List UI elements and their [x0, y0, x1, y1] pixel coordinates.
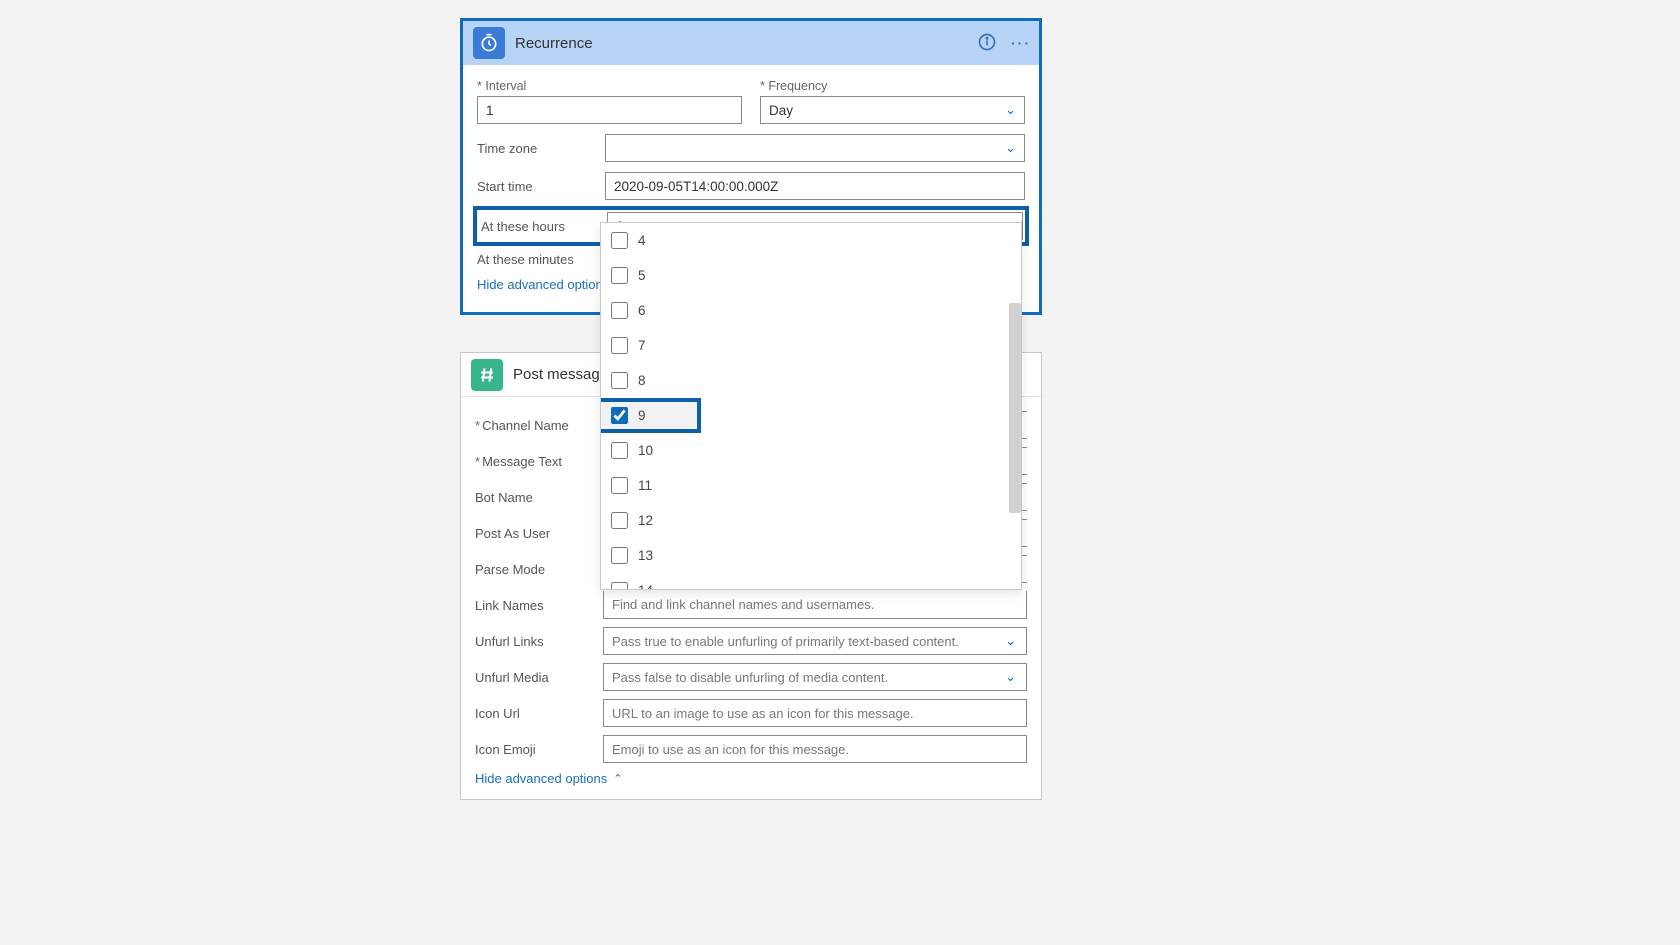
timezone-label: Time zone	[477, 141, 605, 156]
chevron-down-icon: ⌄	[1005, 633, 1016, 649]
unfurl-links-placeholder: Pass true to enable unfurling of primari…	[612, 634, 959, 649]
timezone-select[interactable]: ⌄	[605, 134, 1025, 162]
frequency-select[interactable]: Day ⌄	[760, 96, 1025, 124]
hours-checkbox-8[interactable]	[611, 372, 628, 389]
linknames-label: Link Names	[475, 598, 603, 613]
hours-option-12[interactable]: 12	[601, 503, 1021, 538]
frequency-label: Frequency	[760, 79, 1025, 93]
post-hide-advanced-link[interactable]: Hide advanced options ⌃	[475, 771, 622, 786]
hours-option-11[interactable]: 11	[601, 468, 1021, 503]
hours-option-8[interactable]: 8	[601, 363, 1021, 398]
hours-option-label: 4	[638, 233, 646, 248]
starttime-input[interactable]: 2020-09-05T14:00:00.000Z	[605, 172, 1025, 200]
atminutes-label: At these minutes	[477, 252, 605, 267]
unfurl-media-label: Unfurl Media	[475, 670, 603, 685]
hours-checkbox-13[interactable]	[611, 547, 628, 564]
linknames-input[interactable]: Find and link channel names and username…	[603, 591, 1027, 619]
hours-option-13[interactable]: 13	[601, 538, 1021, 573]
postas-label: Post As User	[475, 526, 603, 541]
chevron-down-icon: ⌄	[1005, 102, 1016, 118]
hours-option-label: 14	[638, 583, 653, 590]
iconurl-input[interactable]: URL to an image to use as an icon for th…	[603, 699, 1027, 727]
hours-checkbox-12[interactable]	[611, 512, 628, 529]
chevron-up-icon: ⌃	[613, 772, 622, 785]
interval-input[interactable]: 1	[477, 96, 742, 124]
hours-checkbox-11[interactable]	[611, 477, 628, 494]
hours-option-14[interactable]: 14	[601, 573, 1021, 590]
hours-option-label: 12	[638, 513, 653, 528]
hash-icon	[471, 359, 503, 391]
hours-checkbox-7[interactable]	[611, 337, 628, 354]
chevron-down-icon: ⌄	[1005, 669, 1016, 685]
hours-checkbox-5[interactable]	[611, 267, 628, 284]
hours-option-6[interactable]: 6	[601, 293, 1021, 328]
hours-option-label: 11	[638, 478, 652, 493]
hours-checkbox-10[interactable]	[611, 442, 628, 459]
hours-option-label: 9	[638, 408, 646, 423]
hours-option-10[interactable]: 10	[601, 433, 1021, 468]
unfurl-links-select[interactable]: Pass true to enable unfurling of primari…	[603, 627, 1027, 655]
parse-label: Parse Mode	[475, 562, 603, 577]
unfurl-media-placeholder: Pass false to disable unfurling of media…	[612, 670, 888, 685]
hours-option-9[interactable]: 9	[600, 398, 701, 433]
botname-label: Bot Name	[475, 490, 603, 505]
unfurl-media-select[interactable]: Pass false to disable unfurling of media…	[603, 663, 1027, 691]
post-hide-advanced-label: Hide advanced options	[475, 771, 607, 786]
hours-option-label: 13	[638, 548, 653, 563]
chevron-down-icon: ⌄	[1005, 140, 1016, 156]
recurrence-title: Recurrence	[515, 35, 593, 52]
iconemoji-placeholder: Emoji to use as an icon for this message…	[612, 742, 849, 757]
hide-advanced-link[interactable]: Hide advanced options	[477, 277, 609, 292]
channel-label: Channel Name	[475, 418, 603, 433]
interval-label: Interval	[477, 79, 742, 93]
hide-advanced-label: Hide advanced options	[477, 277, 609, 292]
hours-checkbox-9[interactable]	[611, 407, 628, 424]
recurrence-header: Recurrence ···	[463, 21, 1039, 65]
iconemoji-input[interactable]: Emoji to use as an icon for this message…	[603, 735, 1027, 763]
hours-option-label: 8	[638, 373, 646, 388]
starttime-label: Start time	[477, 179, 605, 194]
unfurl-links-label: Unfurl Links	[475, 634, 603, 649]
hours-option-label: 10	[638, 443, 653, 458]
hours-checkbox-14[interactable]	[611, 582, 628, 590]
hours-option-4[interactable]: 4	[601, 223, 1021, 258]
scrollbar[interactable]	[1009, 303, 1021, 513]
hours-option-label: 6	[638, 303, 646, 318]
frequency-value: Day	[769, 103, 793, 118]
hours-dropdown-list[interactable]: 4 5 6 7 8 9 10 11 12 13 14	[600, 222, 1022, 590]
message-label: Message Text	[475, 454, 603, 469]
starttime-value: 2020-09-05T14:00:00.000Z	[614, 179, 778, 194]
athours-label: At these hours	[479, 219, 607, 234]
more-icon[interactable]: ···	[1011, 35, 1031, 51]
interval-value: 1	[486, 103, 494, 118]
hours-option-5[interactable]: 5	[601, 258, 1021, 293]
post-title: Post message	[513, 366, 608, 383]
clock-icon	[473, 27, 505, 59]
iconurl-placeholder: URL to an image to use as an icon for th…	[612, 706, 914, 721]
linknames-placeholder: Find and link channel names and username…	[612, 597, 874, 612]
iconemoji-label: Icon Emoji	[475, 742, 603, 757]
hours-option-7[interactable]: 7	[601, 328, 1021, 363]
info-icon[interactable]	[977, 32, 997, 55]
hours-checkbox-6[interactable]	[611, 302, 628, 319]
hours-checkbox-4[interactable]	[611, 232, 628, 249]
hours-option-label: 7	[638, 338, 646, 353]
iconurl-label: Icon Url	[475, 706, 603, 721]
hours-option-label: 5	[638, 268, 646, 283]
